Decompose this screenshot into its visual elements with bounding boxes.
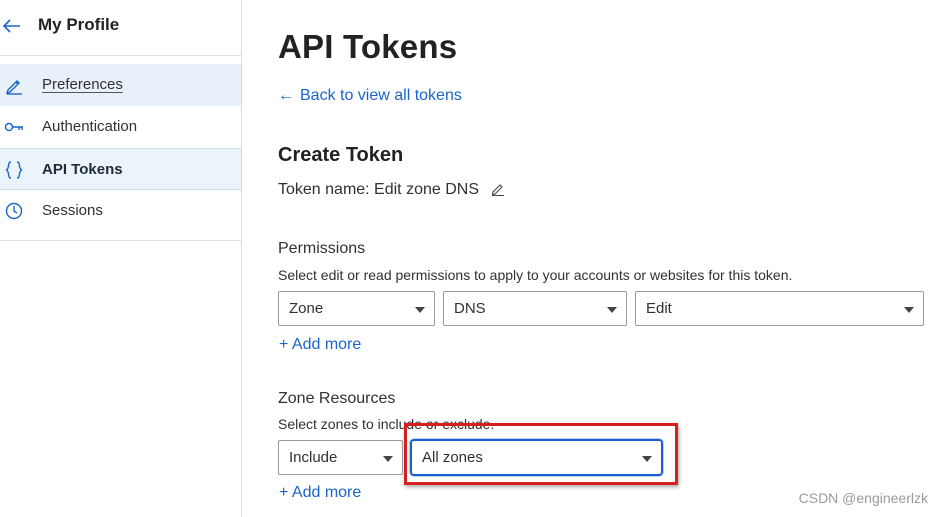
permissions-title: Permissions xyxy=(278,240,366,257)
section-title: Create Token xyxy=(278,144,404,166)
token-name: Token name: Edit zone DNS xyxy=(278,181,479,198)
permissions-description: Select edit or read permissions to apply… xyxy=(278,267,793,283)
back-arrow-icon[interactable] xyxy=(2,16,22,36)
edit-pencil-icon[interactable] xyxy=(491,182,505,196)
permission-level-select[interactable]: Edit xyxy=(635,291,924,326)
sidebar-item-label: Sessions xyxy=(42,202,103,219)
sidebar-header: My Profile xyxy=(0,0,241,56)
caret-down-icon xyxy=(642,456,652,462)
sidebar-item-authentication[interactable]: Authentication xyxy=(0,106,241,148)
caret-down-icon xyxy=(383,456,393,462)
zone-resources-add-more-button[interactable]: + Add more xyxy=(279,484,361,502)
sidebar-item-sessions[interactable]: Sessions xyxy=(0,190,241,232)
back-link-label: Back to view all tokens xyxy=(300,87,462,104)
caret-down-icon xyxy=(904,307,914,313)
key-icon xyxy=(4,122,23,132)
sidebar-item-api-tokens[interactable]: API Tokens xyxy=(0,148,241,190)
permission-resource-select[interactable]: DNS xyxy=(443,291,627,326)
sidebar-item-label: API Tokens xyxy=(42,161,123,178)
zone-selection-select[interactable]: All zones xyxy=(410,439,663,476)
clock-icon xyxy=(5,202,23,220)
zone-resources-description: Select zones to include or exclude. xyxy=(278,416,495,432)
sidebar-item-preferences[interactable]: Preferences xyxy=(0,64,241,106)
back-to-tokens-link[interactable]: ← Back to view all tokens xyxy=(278,87,462,105)
caret-down-icon xyxy=(607,307,617,313)
sidebar-title: My Profile xyxy=(38,15,120,34)
arrow-left-icon: ← xyxy=(278,87,294,104)
pencil-icon xyxy=(5,80,22,95)
sidebar-divider xyxy=(0,240,241,241)
zone-resources-title: Zone Resources xyxy=(278,390,396,407)
watermark: CSDN @engineerlzk xyxy=(798,490,928,506)
sidebar-item-label: Preferences xyxy=(42,76,123,93)
permissions-add-more-button[interactable]: + Add more xyxy=(279,336,361,354)
braces-icon xyxy=(5,161,23,179)
sidebar-item-label: Authentication xyxy=(42,118,138,135)
zone-include-select[interactable]: Include xyxy=(278,440,403,475)
page-title: API Tokens xyxy=(278,28,458,65)
token-name-row: Token name: Edit zone DNS xyxy=(278,181,505,199)
sidebar: My Profile Preferences Authentication AP… xyxy=(0,0,242,517)
caret-down-icon xyxy=(415,307,425,313)
permission-scope-select[interactable]: Zone xyxy=(278,291,435,326)
